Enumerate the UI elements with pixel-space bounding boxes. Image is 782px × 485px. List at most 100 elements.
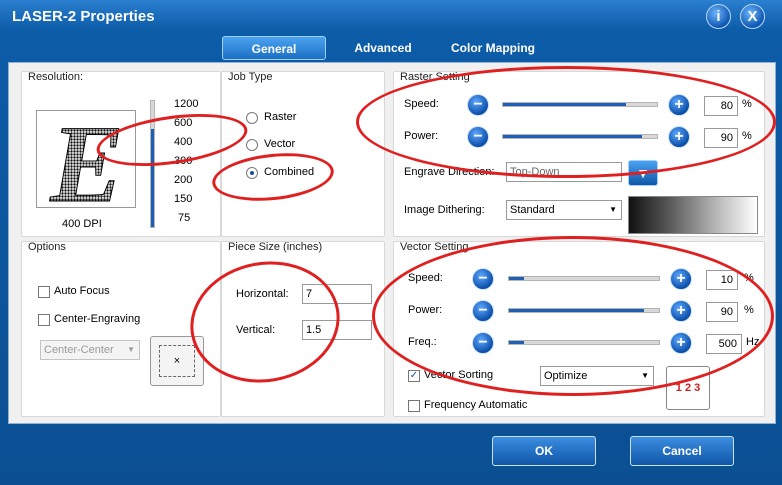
center-position-select[interactable]: Center-Center ▼ xyxy=(40,340,140,360)
resolution-group: Resolution: E 400 DPI 1200 600 400 300 2… xyxy=(21,71,221,237)
center-engraving-label: Center-Engraving xyxy=(54,313,141,325)
vector-freq-input[interactable]: 500 xyxy=(706,334,742,354)
vector-power-unit: % xyxy=(744,304,754,316)
chevron-down-icon: ▼ xyxy=(641,371,649,380)
vector-power-label: Power: xyxy=(408,304,443,316)
vector-speed-fill xyxy=(509,277,524,280)
raster-speed-label: Speed: xyxy=(404,98,439,110)
raster-radio[interactable] xyxy=(246,112,258,124)
resolution-tick-75: 75 xyxy=(178,212,191,224)
vertical-input[interactable]: 1.5 xyxy=(302,320,372,340)
center-position-value: Center-Center xyxy=(44,344,114,356)
auto-focus-checkbox[interactable] xyxy=(38,286,50,298)
vector-setting-title: Vector Setting xyxy=(400,241,469,253)
vector-freq-minus-button[interactable]: − xyxy=(472,332,494,354)
chevron-down-icon: ▼ xyxy=(609,205,617,214)
engrave-direction-field[interactable]: Top-Down xyxy=(506,162,622,182)
raster-setting-title: Raster Setting xyxy=(400,71,470,83)
title-bar: LASER-2 Properties i X xyxy=(0,0,782,34)
vector-radio[interactable] xyxy=(246,139,258,151)
laser-properties-window: LASER-2 Properties i X General Advanced … xyxy=(0,0,782,485)
dithering-preview xyxy=(628,196,758,234)
horizontal-input[interactable]: 7 xyxy=(302,284,372,304)
vector-speed-label: Speed: xyxy=(408,272,443,284)
tab-advanced[interactable]: Advanced xyxy=(340,36,426,60)
vector-radio-label: Vector xyxy=(264,138,296,150)
raster-power-minus-button[interactable]: − xyxy=(467,126,489,148)
options-title: Options xyxy=(28,241,66,253)
resolution-slider[interactable] xyxy=(150,100,155,228)
cancel-button[interactable]: Cancel xyxy=(630,436,734,466)
resolution-tick-600: 600 xyxy=(174,117,193,129)
image-dithering-value: Standard xyxy=(510,204,555,216)
image-dithering-label: Image Dithering: xyxy=(404,204,485,216)
window-title: LASER-2 Properties xyxy=(12,8,155,25)
vector-speed-minus-button[interactable]: − xyxy=(472,268,494,290)
raster-power-slider[interactable] xyxy=(502,134,658,139)
help-button[interactable]: i xyxy=(706,4,731,29)
vector-speed-plus-button[interactable]: + xyxy=(670,268,692,290)
vector-setting-group: Vector Setting Speed: − + 10 % Power: − … xyxy=(393,241,765,417)
resolution-slider-fill xyxy=(151,128,154,227)
vertical-label: Vertical: xyxy=(236,324,276,336)
center-position-picker[interactable]: × xyxy=(150,336,204,386)
vector-freq-unit: Hz xyxy=(746,336,760,348)
vector-freq-fill xyxy=(509,341,524,344)
raster-speed-slider[interactable] xyxy=(502,102,658,107)
combined-radio-label: Combined xyxy=(264,166,315,178)
vector-freq-label: Freq.: xyxy=(408,336,437,348)
resolution-tick-200: 200 xyxy=(174,174,193,186)
piece-size-title: Piece Size (inches) xyxy=(228,241,323,253)
piece-size-group: Piece Size (inches) Horizontal: 7 Vertic… xyxy=(221,241,385,417)
vector-speed-input[interactable]: 10 xyxy=(706,270,738,290)
close-button[interactable]: X xyxy=(740,4,765,29)
auto-focus-label: Auto Focus xyxy=(54,285,110,297)
preview-letter: E xyxy=(49,111,123,208)
vector-sorting-label: Vector Sorting xyxy=(424,369,494,381)
resolution-tick-150: 150 xyxy=(174,193,193,205)
vector-sorting-order-icon[interactable]: 1 2 3 xyxy=(666,366,710,410)
raster-setting-group: Raster Setting Speed: − + 80 % Power: − … xyxy=(393,71,765,237)
center-cross-icon: × xyxy=(159,345,195,377)
tab-bar: General Advanced Color Mapping xyxy=(0,36,782,62)
ok-button[interactable]: OK xyxy=(492,436,596,466)
tab-color-mapping[interactable]: Color Mapping xyxy=(442,36,544,60)
vector-power-minus-button[interactable]: − xyxy=(472,300,494,322)
resolution-tick-1200: 1200 xyxy=(174,98,199,110)
frequency-automatic-checkbox[interactable] xyxy=(408,400,420,412)
raster-power-plus-button[interactable]: + xyxy=(668,126,690,148)
frequency-automatic-label: Frequency Automatic xyxy=(424,399,528,411)
center-engraving-checkbox[interactable] xyxy=(38,314,50,326)
job-type-group: Job Type Raster Vector Combined xyxy=(221,71,385,237)
vector-freq-plus-button[interactable]: + xyxy=(670,332,692,354)
vector-sorting-select[interactable]: Optimize ▼ xyxy=(540,366,654,386)
vector-power-plus-button[interactable]: + xyxy=(670,300,692,322)
raster-speed-minus-button[interactable]: − xyxy=(467,94,489,116)
raster-power-input[interactable]: 90 xyxy=(704,128,738,148)
raster-speed-input[interactable]: 80 xyxy=(704,96,738,116)
image-dithering-select[interactable]: Standard ▼ xyxy=(506,200,622,220)
vector-power-input[interactable]: 90 xyxy=(706,302,738,322)
vector-speed-slider[interactable] xyxy=(508,276,660,281)
raster-speed-fill xyxy=(503,103,627,106)
tab-general[interactable]: General xyxy=(222,36,326,60)
engrave-direction-button[interactable]: ▼ xyxy=(628,160,658,186)
dpi-label: 400 DPI xyxy=(62,218,102,230)
combined-radio[interactable] xyxy=(246,167,258,179)
general-panel: Resolution: E 400 DPI 1200 600 400 300 2… xyxy=(8,62,776,424)
raster-radio-label: Raster xyxy=(264,111,297,123)
vector-sorting-checkbox[interactable]: ✓ xyxy=(408,370,420,382)
vector-sorting-value: Optimize xyxy=(544,370,588,382)
raster-speed-unit: % xyxy=(742,98,752,110)
vector-speed-unit: % xyxy=(744,272,754,284)
raster-power-label: Power: xyxy=(404,130,439,142)
resolution-preview-graphic: E xyxy=(49,111,124,208)
raster-power-unit: % xyxy=(742,130,752,142)
vector-power-fill xyxy=(509,309,644,312)
engrave-direction-label: Engrave Direction: xyxy=(404,166,495,178)
vector-power-slider[interactable] xyxy=(508,308,660,313)
vector-freq-slider[interactable] xyxy=(508,340,660,345)
raster-speed-plus-button[interactable]: + xyxy=(668,94,690,116)
resolution-tick-300: 300 xyxy=(174,155,193,167)
resolution-tick-400: 400 xyxy=(174,136,193,148)
